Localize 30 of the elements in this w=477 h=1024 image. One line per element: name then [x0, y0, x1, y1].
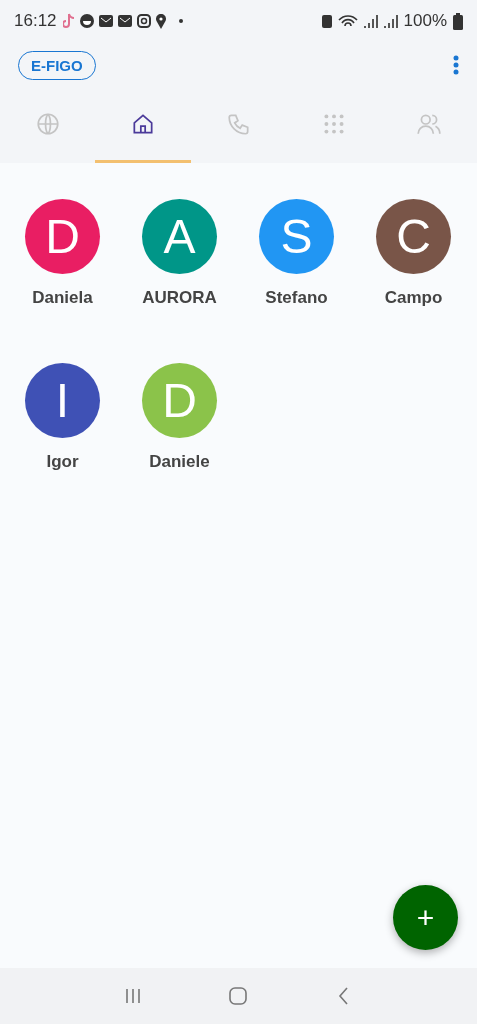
- phone-icon: [225, 111, 252, 137]
- contact-avatar[interactable]: I: [25, 363, 100, 438]
- contact-avatar[interactable]: S: [259, 199, 334, 274]
- contact-name: Campo: [384, 288, 443, 308]
- globe-icon: [34, 111, 61, 137]
- clock: 16:12: [14, 11, 57, 31]
- sim-card-icon: [321, 14, 332, 28]
- contact-avatar[interactable]: C: [376, 199, 451, 274]
- add-button[interactable]: +: [393, 885, 458, 950]
- battery-percentage: 100%: [403, 11, 447, 31]
- signal-icon: [363, 14, 378, 28]
- more-options-icon[interactable]: [453, 55, 459, 75]
- mail-icon: [117, 15, 132, 27]
- contact-avatar[interactable]: A: [142, 199, 217, 274]
- wifi-icon: [337, 15, 358, 27]
- camera-icon: [136, 14, 151, 28]
- home-icon[interactable]: [227, 985, 250, 1007]
- contact-name: Stefano: [265, 288, 328, 308]
- contact-name: Daniele: [149, 452, 210, 472]
- signal-icon: [383, 14, 398, 28]
- contact-name: Daniela: [32, 288, 93, 308]
- dot-icon: [178, 19, 183, 23]
- contact-avatar[interactable]: D: [25, 199, 100, 274]
- location-pin-icon: [155, 13, 166, 29]
- mail-icon: [98, 15, 113, 27]
- music-note-icon: [62, 12, 75, 30]
- smiley-icon: [79, 14, 94, 28]
- contact-name: Igor: [46, 452, 79, 472]
- contact-name: AURORA: [142, 288, 217, 308]
- battery-icon: [453, 12, 463, 30]
